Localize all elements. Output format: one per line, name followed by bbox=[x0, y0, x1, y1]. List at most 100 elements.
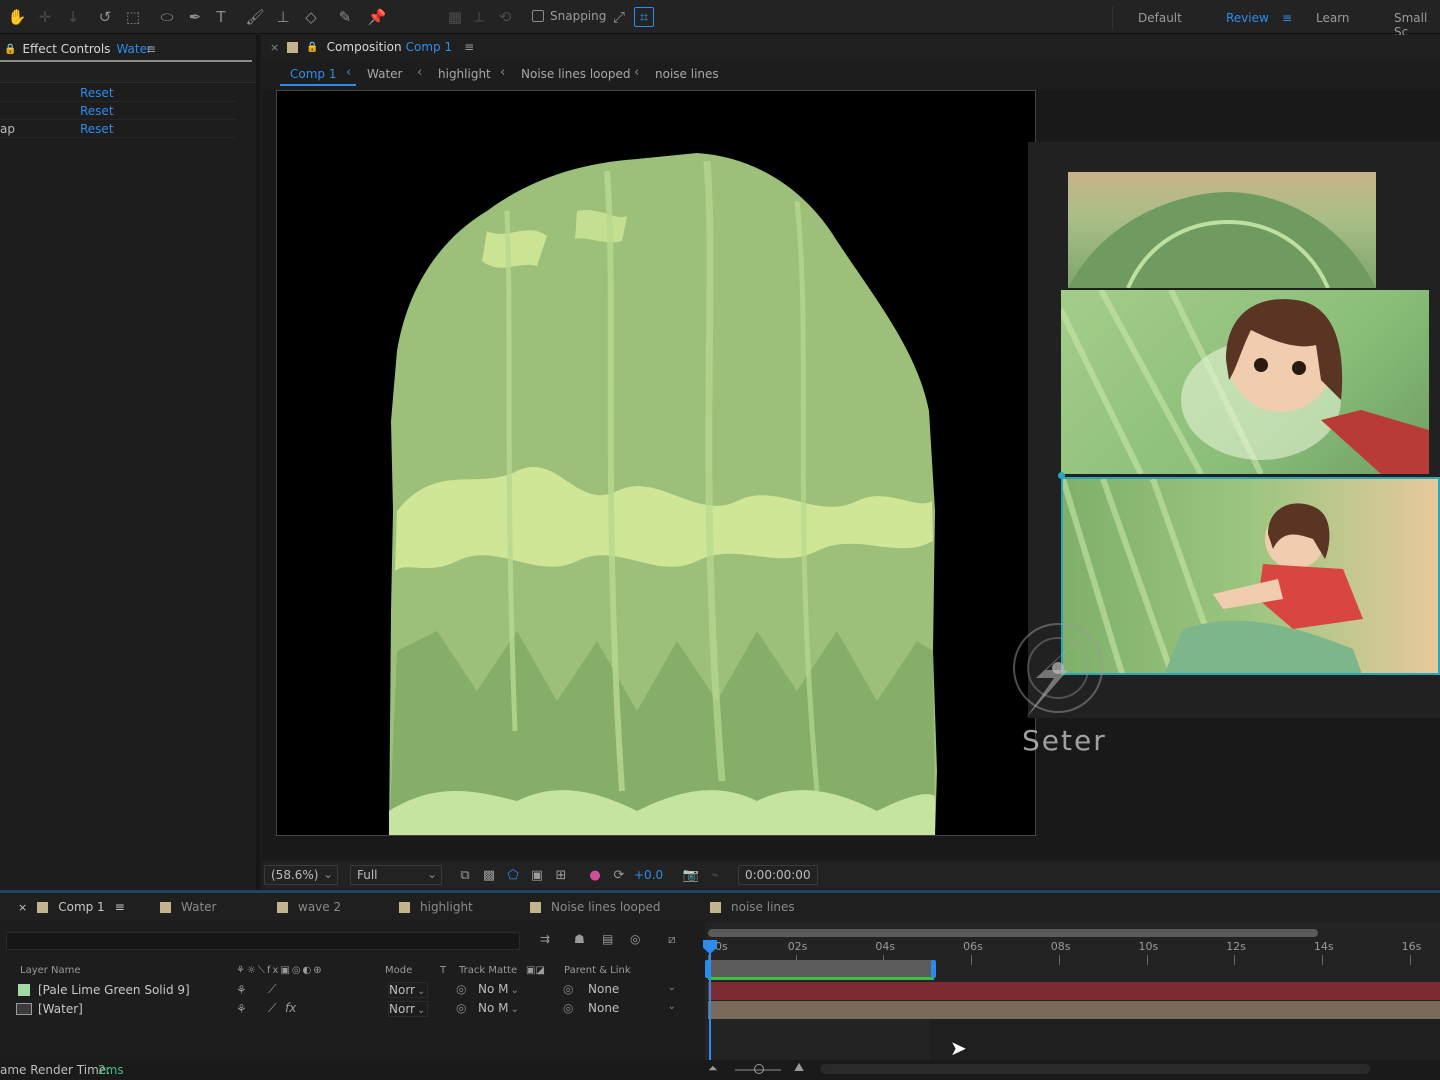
reset-button[interactable]: Reset bbox=[80, 104, 114, 118]
down-arrow-icon[interactable]: ↓ bbox=[62, 6, 84, 28]
hand-icon[interactable]: ✋ bbox=[6, 6, 28, 28]
zoom-slider-thumb[interactable] bbox=[754, 1064, 764, 1074]
zoom-out-icon[interactable]: ⏶ bbox=[708, 1061, 718, 1076]
zoom-dropdown[interactable]: (58.6%) ⌄ bbox=[264, 865, 338, 885]
snap-options-icon[interactable]: ⤢ bbox=[608, 6, 630, 28]
track-matte-dropdown[interactable]: No M ⌄ bbox=[478, 982, 520, 998]
pick-whip-icon[interactable]: ◎ bbox=[563, 982, 573, 996]
resolution-value: Full bbox=[357, 868, 378, 882]
timecode-display[interactable]: 0:00:00:00 bbox=[738, 865, 818, 885]
frame-blending-icon[interactable]: ▤ bbox=[602, 932, 613, 946]
timeline-tab-wave-2[interactable]: wave 2 bbox=[277, 900, 341, 914]
guides-icon[interactable]: ⊞ bbox=[552, 866, 570, 884]
world-axis-icon[interactable]: ⟲ bbox=[494, 6, 516, 28]
work-area-end-handle[interactable] bbox=[931, 960, 936, 978]
region-of-interest-icon[interactable]: ▣ bbox=[528, 866, 546, 884]
reset-exposure-icon[interactable]: ⟳ bbox=[610, 866, 628, 884]
comp-flowchart-icon[interactable]: ⇉ bbox=[540, 932, 550, 946]
axis-icon[interactable]: ⟂ bbox=[468, 6, 490, 28]
layer-search-input[interactable] bbox=[6, 932, 520, 950]
panel-menu-icon[interactable]: ≡ bbox=[464, 40, 474, 54]
close-icon[interactable]: × bbox=[270, 41, 279, 54]
workspace-learn[interactable]: Learn bbox=[1316, 11, 1350, 25]
motion-blur-icon[interactable]: ◎ bbox=[630, 932, 640, 946]
brush-icon[interactable]: 🖌 bbox=[244, 6, 266, 28]
breadcrumb-water[interactable]: Water bbox=[367, 67, 402, 81]
effect-controls-tab[interactable]: 🔒 Effect Controls Water ≡ bbox=[0, 38, 252, 62]
camera-track-icon[interactable]: ⬚ bbox=[122, 6, 144, 28]
timeline-tab-comp-1[interactable]: × Comp 1 ≡ bbox=[18, 900, 125, 914]
parent-dropdown[interactable]: None ⌄ bbox=[588, 982, 678, 998]
playhead[interactable] bbox=[709, 942, 711, 1060]
reference-image-3[interactable] bbox=[1061, 477, 1440, 675]
snap-grid-icon[interactable]: ⌗ bbox=[634, 7, 654, 27]
zoom-in-icon[interactable]: ⛰ bbox=[794, 1060, 804, 1075]
layer-row[interactable]: [Pale Lime Green Solid 9] ⚘ ⟋ Norr ⌄ ◎ No… bbox=[0, 981, 700, 999]
type-icon[interactable]: T bbox=[210, 6, 232, 28]
composition-canvas[interactable] bbox=[276, 90, 1036, 836]
layer-name[interactable]: [Pale Lime Green Solid 9] bbox=[38, 983, 190, 997]
roto-brush-icon[interactable]: ✎ bbox=[334, 6, 356, 28]
reference-image-1[interactable] bbox=[1068, 172, 1376, 288]
layer-name[interactable]: [Water] bbox=[38, 1002, 83, 1016]
eraser-icon[interactable]: ◇ bbox=[300, 6, 322, 28]
resolution-dropdown[interactable]: Full ⌄ bbox=[350, 865, 442, 885]
mask-path-icon[interactable]: ⬠ bbox=[504, 866, 522, 884]
lock-icon[interactable]: 🔒 bbox=[4, 44, 16, 55]
composition-tab[interactable]: × 🔒 Composition Comp 1 ≡ bbox=[270, 40, 474, 54]
snapshot-camera-icon[interactable]: 📷 bbox=[682, 866, 700, 884]
mode-dropdown[interactable]: Norr ⌄ bbox=[388, 1001, 428, 1017]
panel-divider[interactable] bbox=[256, 35, 260, 890]
shy-icon[interactable]: ⚘ bbox=[236, 1002, 247, 1016]
anchor-icon[interactable]: ✛ bbox=[34, 6, 56, 28]
reference-image-2[interactable] bbox=[1061, 290, 1429, 474]
fx-icon[interactable]: fx bbox=[285, 1001, 296, 1015]
puppet-pin-icon[interactable]: 📌 bbox=[366, 6, 388, 28]
color-channels-icon[interactable]: ● bbox=[586, 866, 604, 884]
breadcrumb-noise-lines-looped[interactable]: Noise lines looped bbox=[521, 67, 630, 81]
spiral-icon[interactable]: ◎ bbox=[456, 982, 466, 996]
timeline-tab-water[interactable]: Water bbox=[160, 900, 216, 914]
quality-icon[interactable]: ⟋ bbox=[268, 982, 276, 997]
workspace-review[interactable]: Review bbox=[1226, 11, 1269, 25]
exposure-value[interactable]: +0.0 bbox=[634, 868, 663, 882]
ellipse-icon[interactable]: ⬭ bbox=[156, 6, 178, 28]
breadcrumb-noise-lines[interactable]: noise lines bbox=[655, 67, 719, 81]
snapping-checkbox[interactable] bbox=[532, 10, 544, 22]
layer-bar-water[interactable] bbox=[708, 1001, 1440, 1019]
stamp-icon[interactable]: ⊥ bbox=[272, 6, 294, 28]
workspace-menu-icon[interactable]: ≡ bbox=[1282, 11, 1292, 25]
pick-whip-icon[interactable]: ◎ bbox=[563, 1001, 573, 1015]
workspace-default[interactable]: Default bbox=[1138, 11, 1182, 25]
layer-row[interactable]: [Water] ⚘ ⟋ fx Norr ⌄ ◎ No M ⌄ ◎ None ⌄ bbox=[0, 1000, 700, 1018]
panel-menu-icon[interactable]: ≡ bbox=[115, 900, 125, 914]
close-icon[interactable]: × bbox=[18, 901, 27, 914]
shy-layers-icon[interactable]: ☗ bbox=[574, 932, 585, 946]
layer-bar-solid[interactable] bbox=[708, 982, 1440, 1000]
spiral-icon[interactable]: ◎ bbox=[456, 1001, 466, 1015]
lock-icon[interactable]: 🔒 bbox=[306, 42, 318, 53]
mode-dropdown[interactable]: Norr ⌄ bbox=[388, 982, 428, 998]
panel-menu-icon[interactable]: ≡ bbox=[146, 42, 156, 56]
rotate-icon[interactable]: ↺ bbox=[94, 6, 116, 28]
breadcrumb-highlight[interactable]: highlight bbox=[438, 67, 491, 81]
quality-icon[interactable]: ⟋ bbox=[268, 1001, 276, 1016]
track-matte-dropdown[interactable]: No M ⌄ bbox=[478, 1001, 520, 1017]
shy-icon[interactable]: ⚘ bbox=[236, 983, 247, 997]
parent-dropdown[interactable]: None ⌄ bbox=[588, 1001, 678, 1017]
transparency-grid-icon[interactable]: ▩ bbox=[480, 866, 498, 884]
reset-button[interactable]: Reset bbox=[80, 122, 114, 136]
align-icon[interactable]: ▦ bbox=[444, 6, 466, 28]
timeline-tab-highlight[interactable]: highlight bbox=[399, 900, 473, 914]
snapping-toggle[interactable]: Snapping bbox=[532, 9, 606, 23]
work-area-bar[interactable] bbox=[708, 929, 1318, 937]
fast-preview-icon[interactable]: ⧉ bbox=[456, 866, 474, 884]
timeline-tab-noise-lines[interactable]: noise lines bbox=[710, 900, 795, 914]
graph-editor-icon[interactable]: ⧄ bbox=[668, 932, 676, 947]
timeline-tab-noise-lines-looped[interactable]: Noise lines looped bbox=[530, 900, 660, 914]
timeline-scrollbar[interactable] bbox=[820, 1064, 1370, 1074]
show-snapshot-icon[interactable]: ⌁ bbox=[706, 866, 724, 884]
reset-button[interactable]: Reset bbox=[80, 86, 114, 100]
pen-icon[interactable]: ✒ bbox=[184, 6, 206, 28]
selection-handle[interactable] bbox=[1058, 472, 1065, 479]
